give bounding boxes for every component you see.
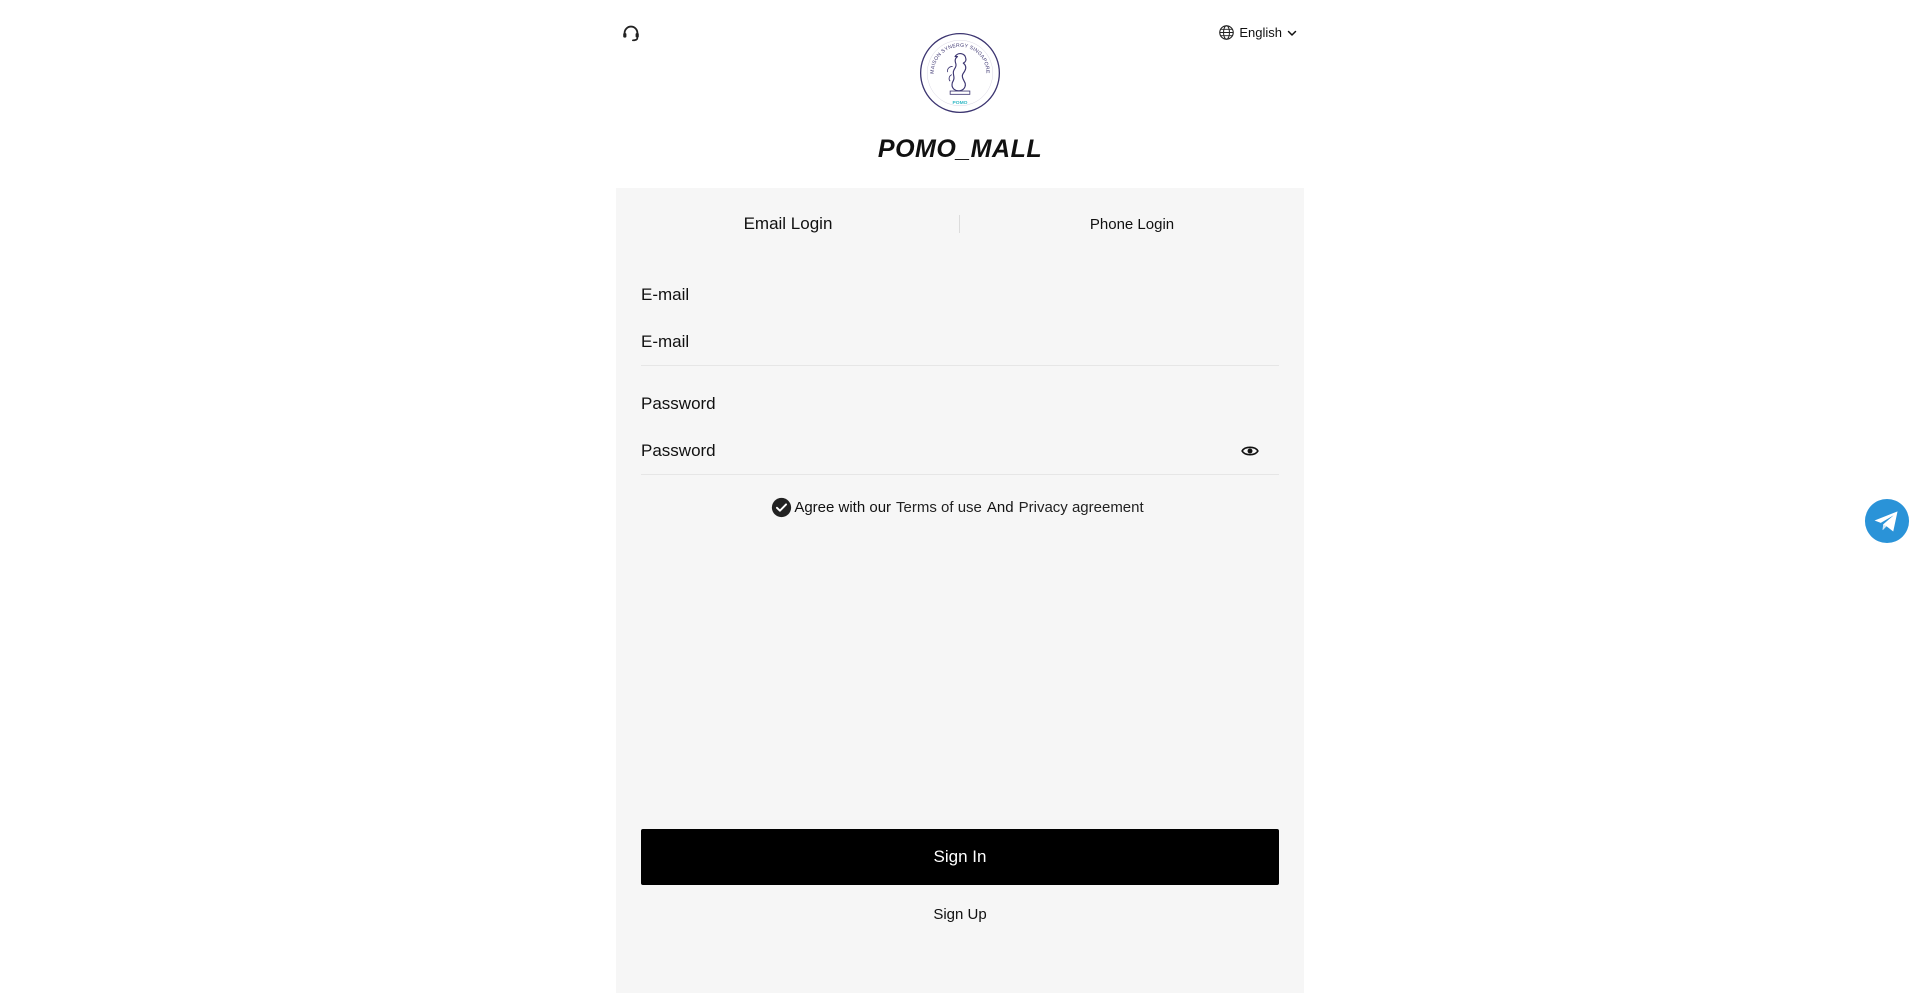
chevron-down-icon [1287,30,1297,36]
eye-icon[interactable] [1241,442,1259,460]
globe-icon [1219,25,1235,40]
svg-text:POMO: POMO [953,100,968,106]
headset-icon[interactable] [620,22,642,44]
login-tabs: Email Login Phone Login [616,188,1304,258]
tab-phone-login[interactable]: Phone Login [960,216,1304,233]
privacy-agreement-link[interactable]: Privacy agreement [1019,499,1144,516]
email-field[interactable] [641,319,1279,366]
terms-of-use-link[interactable]: Terms of use [896,499,982,516]
tab-email-login[interactable]: Email Login [616,214,960,234]
brand-logo: MAISON SYNERGY SINGAPORE POMO [919,32,1001,114]
language-label: English [1239,25,1282,40]
password-label: Password [641,394,716,413]
login-page: English MAISON SYNERGY SINGAPORE POMO PO… [616,0,1304,993]
agreement-row: Agree with our Terms of use And Privacy … [616,497,1304,518]
password-field[interactable] [641,428,1279,475]
sign-in-button[interactable]: Sign In [641,829,1279,885]
agreement-prefix: Agree with our [794,499,892,516]
checkbox-checked-icon[interactable] [771,497,792,518]
login-card: Email Login Phone Login E-mail Password … [616,188,1304,993]
language-selector[interactable]: English [1218,24,1298,41]
sign-up-link[interactable]: Sign Up [616,906,1304,923]
brand-name: POMO_MALL [877,135,1043,163]
telegram-icon[interactable] [1864,498,1910,544]
email-label: E-mail [641,285,690,304]
agreement-and: And [986,499,1014,516]
